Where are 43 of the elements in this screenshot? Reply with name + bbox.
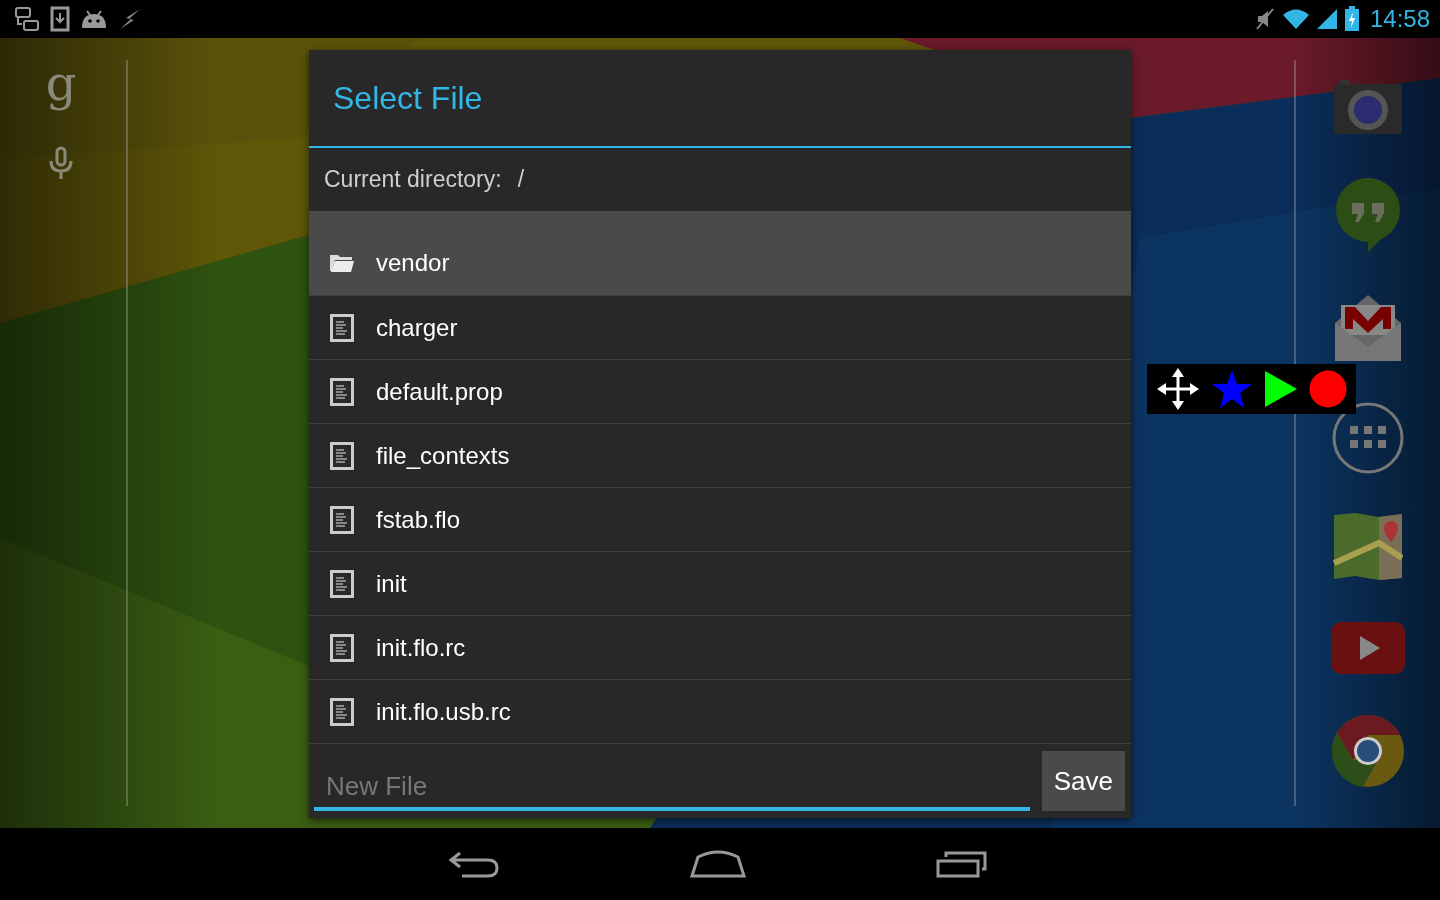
map-icon[interactable] [1333,513,1403,582]
file-item[interactable]: init [309,551,1131,615]
mail-icon[interactable] [1333,292,1403,363]
chat-bubble-icon[interactable] [1335,177,1401,254]
screens-icon [14,6,40,32]
file-item[interactable]: vendor [309,211,1131,295]
file-item[interactable]: init.flo.usb.rc [309,679,1131,743]
play-icon[interactable] [1263,370,1298,408]
star-icon[interactable] [1211,369,1254,409]
recent-apps-icon[interactable] [936,849,988,879]
battery-icon [1343,6,1360,32]
android-icon [80,8,108,30]
file-item[interactable]: default.prop [309,359,1131,423]
apps-icon[interactable] [1332,402,1404,474]
file-item[interactable]: charger [309,295,1131,359]
document-icon [329,633,355,662]
muted-icon [1253,7,1276,31]
dialog-title: Select File [309,50,1131,148]
download-icon [50,6,70,32]
document-icon [329,697,355,726]
document-icon [329,505,355,534]
move-icon[interactable] [1156,367,1201,411]
microphone-icon[interactable] [48,146,74,180]
document-icon [329,313,355,342]
document-icon [329,569,355,598]
record-icon[interactable] [1308,370,1347,408]
directory-path: / [517,166,525,193]
directory-label: Current directory: [324,166,502,193]
file-item[interactable]: file_contexts [309,423,1131,487]
file-item[interactable]: fstab.flo [309,487,1131,551]
signal-icon [1315,8,1338,30]
clock-time: 14:58 [1369,5,1430,33]
file-item[interactable]: init.flo.rc [309,615,1131,679]
wifi-icon [1281,8,1310,30]
back-icon[interactable] [448,849,500,879]
document-icon [329,377,355,406]
video-play-icon[interactable] [1330,620,1406,675]
home-icon[interactable] [690,849,746,879]
save-button[interactable]: Save [1041,751,1125,811]
filename-field[interactable]: New File [314,763,1030,811]
browser-icon[interactable] [1331,713,1405,788]
document-icon [329,441,355,470]
folder-icon [329,253,355,273]
